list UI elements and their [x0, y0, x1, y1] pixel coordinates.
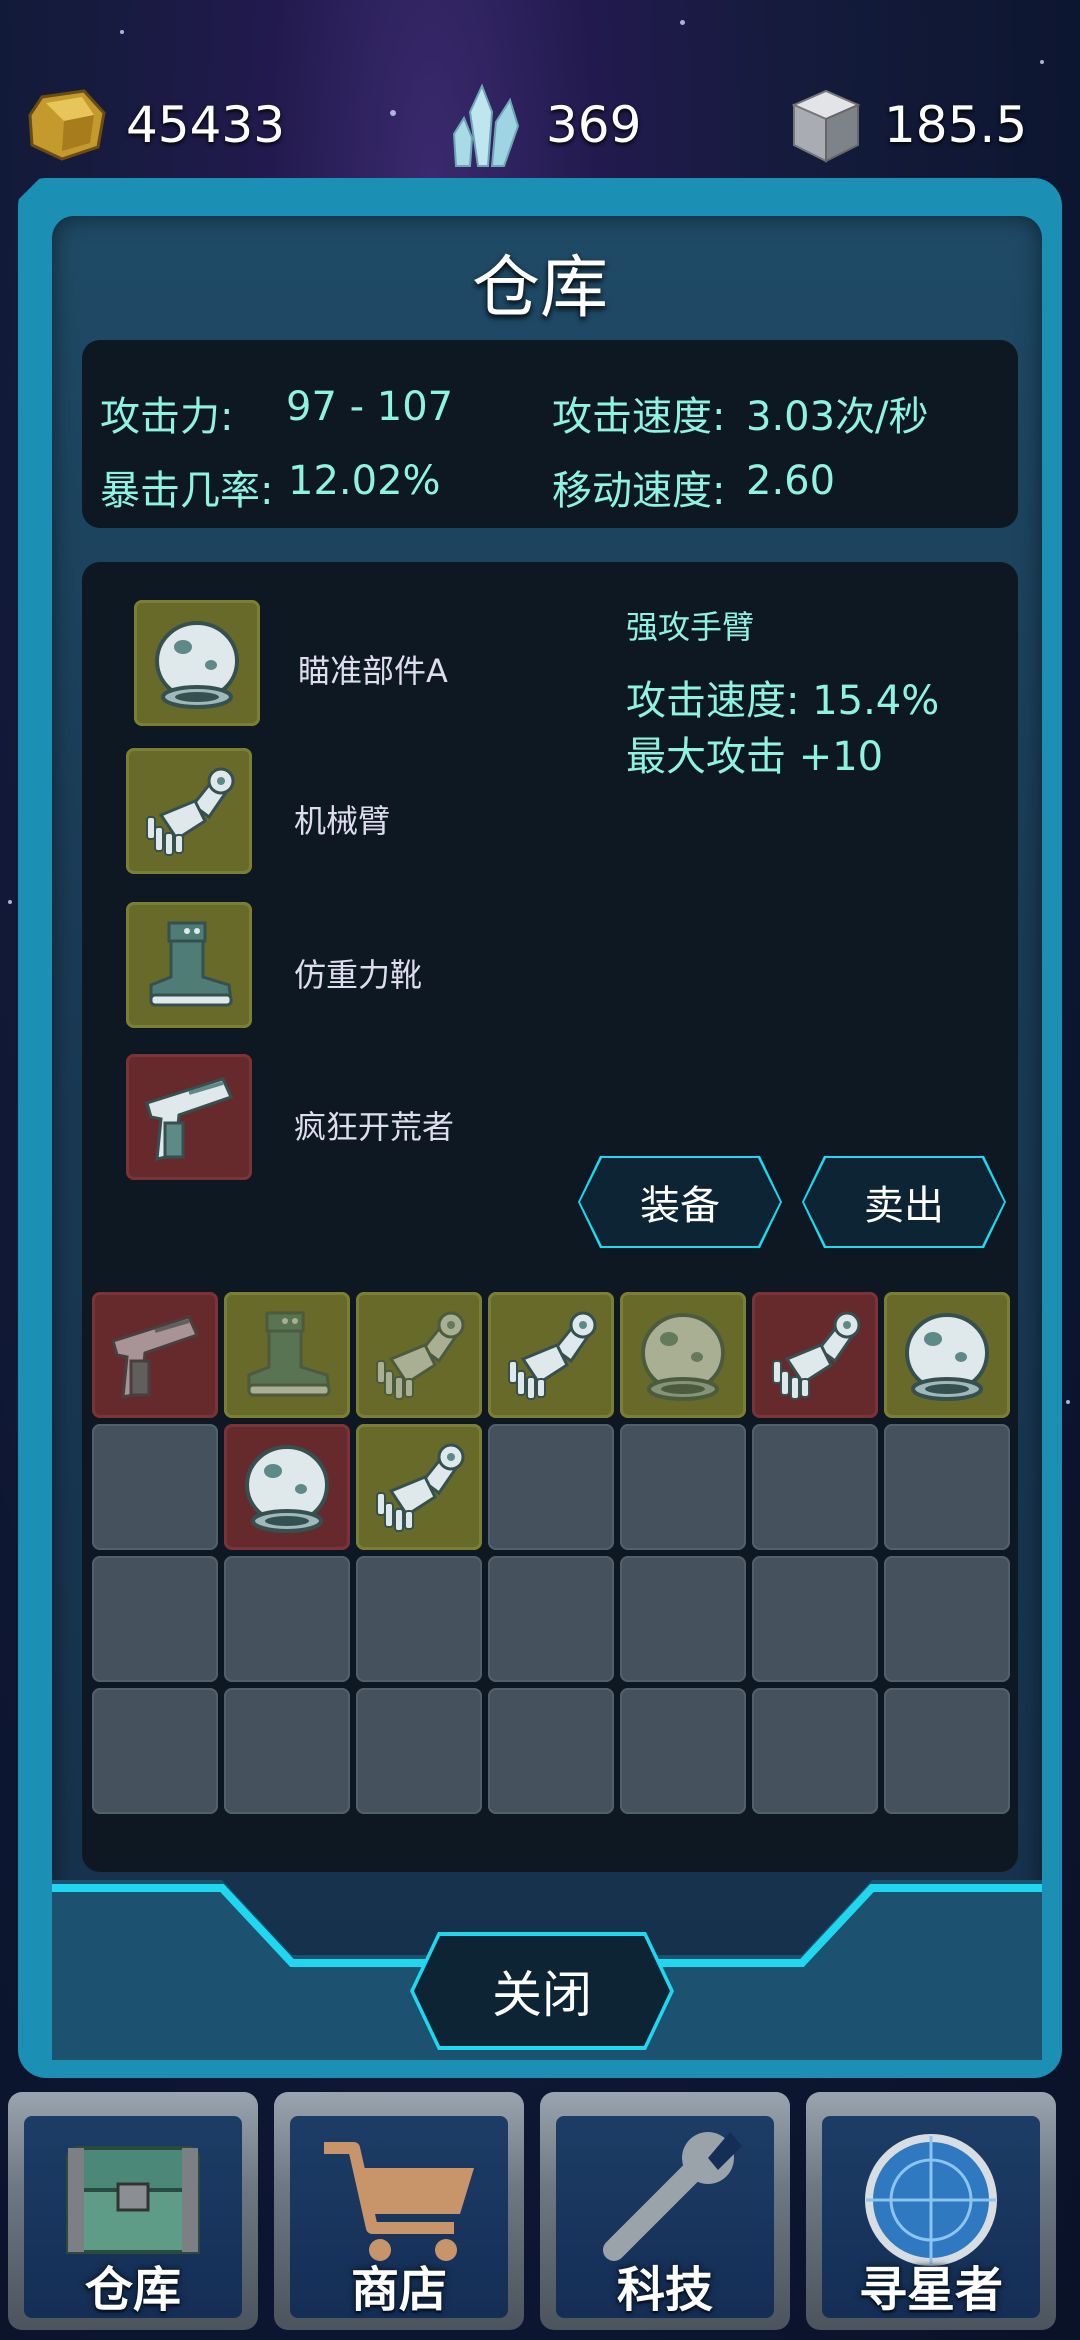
attack-speed-label: 攻击速度:: [552, 394, 726, 440]
item-detail-stat: 攻击速度: 15.4%: [626, 678, 940, 724]
close-button[interactable]: 关闭: [414, 1936, 670, 2046]
equipped-name: 仿重力靴: [294, 956, 423, 994]
inventory-slot[interactable]: [224, 1424, 350, 1550]
inventory-slot-empty[interactable]: [356, 1688, 482, 1814]
nav-seeker[interactable]: 寻星者: [806, 2092, 1056, 2330]
inventory-slot-empty[interactable]: [752, 1556, 878, 1682]
gold-currency: 45433: [28, 80, 285, 170]
robot-arm-icon: [765, 1305, 865, 1405]
equipped-name: 疯狂开荒者: [294, 1108, 455, 1146]
nav-label: 仓库: [84, 2262, 181, 2318]
wrench-icon: [603, 2132, 742, 2261]
boot-icon: [139, 915, 239, 1015]
inventory-slot[interactable]: [488, 1292, 614, 1418]
inventory-slot-empty[interactable]: [92, 1424, 218, 1550]
equipped-slot-helmet[interactable]: [134, 600, 260, 726]
equipped-slot-weapon[interactable]: [126, 1054, 252, 1180]
nav-tech[interactable]: 科技: [540, 2092, 790, 2330]
equipped-name: 机械臂: [294, 802, 391, 840]
boot-icon: [237, 1305, 337, 1405]
inventory-slot-empty[interactable]: [488, 1424, 614, 1550]
inventory-slot-empty[interactable]: [620, 1688, 746, 1814]
robot-arm-icon: [501, 1305, 601, 1405]
attack-label: 攻击力:: [100, 394, 234, 440]
inventory-slot-empty[interactable]: [224, 1556, 350, 1682]
helmet-icon: [897, 1305, 997, 1405]
sell-button[interactable]: 卖出: [804, 1158, 1004, 1246]
chest-icon: [66, 2146, 200, 2254]
inventory-slot-empty[interactable]: [488, 1556, 614, 1682]
metal-cube-icon: [791, 89, 861, 163]
item-detail-stat: 最大攻击 +10: [626, 734, 884, 780]
robot-arm-icon: [369, 1437, 469, 1537]
equip-button[interactable]: 装备: [580, 1158, 780, 1246]
inventory-slot-empty[interactable]: [884, 1556, 1010, 1682]
gold-nugget-icon: [28, 89, 106, 161]
radar-icon: [865, 2134, 997, 2266]
item-detail-title: 强攻手臂: [626, 608, 755, 646]
inventory-slot-empty[interactable]: [752, 1424, 878, 1550]
panel-title: 仓库: [471, 249, 608, 328]
inventory-slot[interactable]: [356, 1292, 482, 1418]
inventory-slot[interactable]: [92, 1292, 218, 1418]
metal-value: 185.5: [884, 96, 1028, 154]
nav-label: 寻星者: [858, 2262, 1003, 2318]
inventory-slot-empty[interactable]: [620, 1424, 746, 1550]
inventory-slot-empty[interactable]: [620, 1556, 746, 1682]
helmet-icon: [237, 1437, 337, 1537]
inventory-slot-empty[interactable]: [92, 1556, 218, 1682]
move-speed-value: 2.60: [746, 458, 836, 504]
attack-speed-value: 3.03次/秒: [746, 394, 929, 440]
inventory-slot[interactable]: [752, 1292, 878, 1418]
crystal-currency: 369: [448, 80, 641, 170]
inventory-slot-empty[interactable]: [356, 1556, 482, 1682]
metal-currency: 185.5: [786, 80, 1027, 170]
crit-label: 暴击几率:: [100, 468, 274, 514]
robot-arm-icon: [369, 1305, 469, 1405]
equipped-slot-boots[interactable]: [126, 902, 252, 1028]
stats-box: 攻击力: 97 - 107 攻击速度: 3.03次/秒 暴击几率: 12.02%…: [82, 340, 1018, 528]
blaster-icon: [139, 1067, 239, 1167]
attack-value: 97 - 107: [286, 384, 454, 430]
crystal-icon: [452, 83, 520, 167]
nav-shop[interactable]: 商店: [274, 2092, 524, 2330]
inventory-slot-empty[interactable]: [884, 1424, 1010, 1550]
gold-value: 45433: [126, 96, 286, 154]
helmet-icon: [633, 1305, 733, 1405]
crit-value: 12.02%: [288, 458, 441, 504]
helmet-icon: [147, 613, 247, 713]
equipped-slot-arm[interactable]: [126, 748, 252, 874]
inventory-slot-empty[interactable]: [488, 1688, 614, 1814]
cart-icon: [324, 2142, 474, 2261]
inventory-slot-empty[interactable]: [752, 1688, 878, 1814]
inventory-slot-empty[interactable]: [884, 1688, 1010, 1814]
inventory-slot-empty[interactable]: [92, 1688, 218, 1814]
nav-label: 科技: [616, 2262, 713, 2318]
inventory-slot[interactable]: [224, 1292, 350, 1418]
move-speed-label: 移动速度:: [552, 468, 726, 514]
blaster-icon: [105, 1305, 205, 1405]
nav-warehouse[interactable]: 仓库: [8, 2092, 258, 2330]
crystal-value: 369: [546, 96, 642, 154]
inventory-slot[interactable]: [620, 1292, 746, 1418]
nav-label: 商店: [350, 2262, 447, 2318]
robot-arm-icon: [139, 761, 239, 861]
inventory-slot[interactable]: [356, 1424, 482, 1550]
inventory-slot[interactable]: [884, 1292, 1010, 1418]
equipped-name: 瞄准部件A: [298, 652, 448, 690]
inventory-slot-empty[interactable]: [224, 1688, 350, 1814]
